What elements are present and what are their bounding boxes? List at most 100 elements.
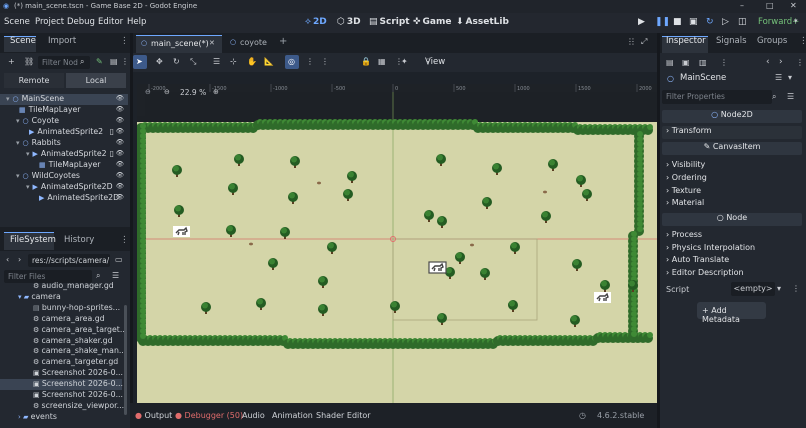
scene-tree-node[interactable]: ▾ ○ WildCoyotes 👁: [0, 171, 128, 182]
folder-item[interactable]: › ▰ events: [0, 412, 122, 423]
file-item[interactable]: ⚙ camera_shaker.gd: [0, 336, 122, 347]
folder-item[interactable]: ▾ ▰ camera: [0, 292, 122, 303]
object-dropdown-icon[interactable]: ▾: [788, 73, 792, 82]
tab-debugger[interactable]: ● Debugger (50): [175, 411, 243, 420]
expand-arrow-icon[interactable]: ▾: [26, 150, 30, 158]
visibility-eye-icon[interactable]: 👁: [116, 94, 124, 102]
link-icon[interactable]: ⛓: [24, 57, 34, 66]
resource-menu-icon[interactable]: ⋮: [720, 58, 728, 67]
add-tab-icon[interactable]: +: [279, 36, 287, 47]
section-texture[interactable]: › Texture: [666, 186, 701, 195]
new-resource-icon[interactable]: ▤: [666, 58, 674, 67]
file-item[interactable]: ⚙ camera_area.gd: [0, 314, 122, 325]
file-item[interactable]: ⚙ camera_targeter.gd: [0, 357, 122, 368]
add-node-icon[interactable]: +: [8, 57, 15, 66]
tab-scene[interactable]: Scene: [10, 36, 36, 46]
play-scene-icon[interactable]: ▷: [722, 17, 729, 27]
maximize-button[interactable]: □: [766, 1, 774, 10]
snap-options-icon[interactable]: ⋮: [321, 57, 329, 66]
skeleton-icon[interactable]: ✦: [401, 57, 408, 66]
view-menu[interactable]: View: [425, 57, 445, 67]
path-input[interactable]: res://scripts/camera/: [28, 254, 110, 267]
play-icon[interactable]: ▶: [638, 17, 645, 27]
file-item[interactable]: ▣ Screenshot 2026-0...: [0, 390, 123, 401]
history-back-icon[interactable]: ‹: [766, 57, 770, 67]
lock-icon[interactable]: 🔒: [361, 57, 371, 66]
close-tab-icon[interactable]: ✕: [209, 39, 215, 47]
section-material[interactable]: › Material: [666, 198, 704, 207]
minimize-button[interactable]: –: [740, 1, 744, 10]
scene-tree-node[interactable]: ▦ TileMapLayer 👁: [0, 105, 128, 116]
tab-coyote[interactable]: ○ coyote: [226, 35, 278, 53]
section-ordering[interactable]: › Ordering: [666, 173, 707, 182]
file-list-scrollbar[interactable]: [124, 305, 127, 415]
movie-icon[interactable]: ◫: [738, 17, 747, 27]
stop-icon[interactable]: ■: [673, 17, 682, 27]
object-menu-icon[interactable]: ⋮: [796, 58, 804, 67]
property-filter-input[interactable]: Filter Properties: [662, 90, 772, 104]
load-resource-icon[interactable]: ▣: [682, 58, 690, 67]
pan-tool-icon[interactable]: ✋: [247, 57, 257, 66]
scene-tree-node[interactable]: ▾ ○ MainScene 👁: [0, 94, 128, 105]
sort-icon[interactable]: ☰: [112, 271, 119, 280]
close-button[interactable]: ✕: [790, 1, 797, 10]
expand-arrow-icon[interactable]: ▾: [6, 95, 10, 103]
visibility-eye-icon[interactable]: 👁: [116, 160, 124, 168]
history-icon[interactable]: ◷: [579, 411, 586, 420]
select-tool-icon[interactable]: ➤: [136, 57, 143, 66]
grid-snap-icon[interactable]: ⋮: [306, 57, 314, 66]
visibility-eye-icon[interactable]: 👁: [116, 193, 124, 201]
file-item[interactable]: ⚙ camera_area_target...: [0, 325, 124, 336]
expand-arrow-icon[interactable]: ▾: [16, 139, 20, 147]
file-item[interactable]: ⚙ camera_shake_man...: [0, 346, 124, 357]
expand-arrow-icon[interactable]: ▾: [16, 172, 20, 180]
menu-scene[interactable]: Scene: [4, 17, 30, 27]
file-item[interactable]: ▣ Screenshot 2026-0...: [0, 379, 123, 391]
visibility-eye-icon[interactable]: 👁: [116, 105, 124, 113]
split-view-icon[interactable]: ▭: [115, 255, 123, 264]
menu-help[interactable]: Help: [127, 17, 146, 27]
scene-tree-node[interactable]: ▾ ▶ AnimatedSprite2D 👁: [0, 182, 128, 193]
scale-tool-icon[interactable]: ⤡: [190, 57, 196, 67]
tab-inspector[interactable]: Inspector: [666, 36, 706, 46]
section-transform[interactable]: › Transform: [662, 126, 802, 139]
remote-debug-icon[interactable]: ▣: [689, 17, 698, 27]
tab-shader-editor[interactable]: Shader Editor: [316, 411, 371, 420]
workspace-3d[interactable]: ⬡ 3D: [337, 17, 361, 27]
tab-animation[interactable]: Animation: [272, 411, 313, 420]
tab-import[interactable]: Import: [48, 36, 76, 46]
history-forward-icon[interactable]: ›: [779, 57, 783, 67]
file-item[interactable]: ⚙ audio_manager.gd: [0, 281, 122, 292]
tab-audio[interactable]: Audio: [242, 411, 265, 420]
scene-tree-node[interactable]: ▾ ○ Rabbits 👁: [0, 138, 128, 149]
add-metadata-button[interactable]: + Add Metadata: [697, 302, 766, 324]
menu-debug[interactable]: Debug: [67, 17, 95, 27]
object-properties-icon[interactable]: ☰: [775, 73, 782, 82]
filter-options-icon[interactable]: ☰: [787, 92, 794, 101]
menu-editor[interactable]: Editor: [98, 17, 123, 27]
file-item[interactable]: ▤ bunny-hop-sprites...: [0, 303, 122, 314]
save-resource-icon[interactable]: ▥: [699, 58, 707, 67]
visibility-eye-icon[interactable]: 👁: [116, 127, 124, 135]
chevron-down-icon[interactable]: ▾: [794, 17, 798, 25]
workspace-2d[interactable]: ⟡ 2D: [305, 17, 327, 27]
section-editor-description[interactable]: › Editor Description: [666, 268, 744, 277]
workspace-script[interactable]: ▤ Script: [369, 17, 410, 27]
resource-dropdown-icon[interactable]: ▾: [777, 284, 781, 293]
scene-menu-icon[interactable]: ⋮: [121, 57, 129, 66]
tab-output[interactable]: ● Output: [135, 411, 172, 420]
ruler-tool-icon[interactable]: 📐: [264, 57, 274, 66]
visibility-eye-icon[interactable]: 👁: [116, 116, 124, 124]
tab-main-scene[interactable]: ○ main_scene(*) ✕: [136, 35, 222, 53]
tab-groups[interactable]: Groups: [757, 36, 787, 46]
visibility-eye-icon[interactable]: 👁: [116, 182, 124, 190]
section-process[interactable]: › Process: [666, 230, 702, 239]
back-icon[interactable]: ‹: [6, 255, 9, 264]
scene-tree-node[interactable]: ▶ AnimatedSprite2 ▯ 👁: [0, 127, 128, 138]
snap-icon[interactable]: ◎: [288, 57, 295, 66]
workspace-game[interactable]: ✜ Game: [413, 17, 452, 27]
file-item[interactable]: ▣ Screenshot 2026-0...: [0, 368, 123, 379]
dock-menu-icon[interactable]: ⋮: [799, 36, 806, 46]
group-icon[interactable]: ▦: [378, 57, 386, 66]
attach-script-icon[interactable]: ✎: [96, 57, 103, 66]
